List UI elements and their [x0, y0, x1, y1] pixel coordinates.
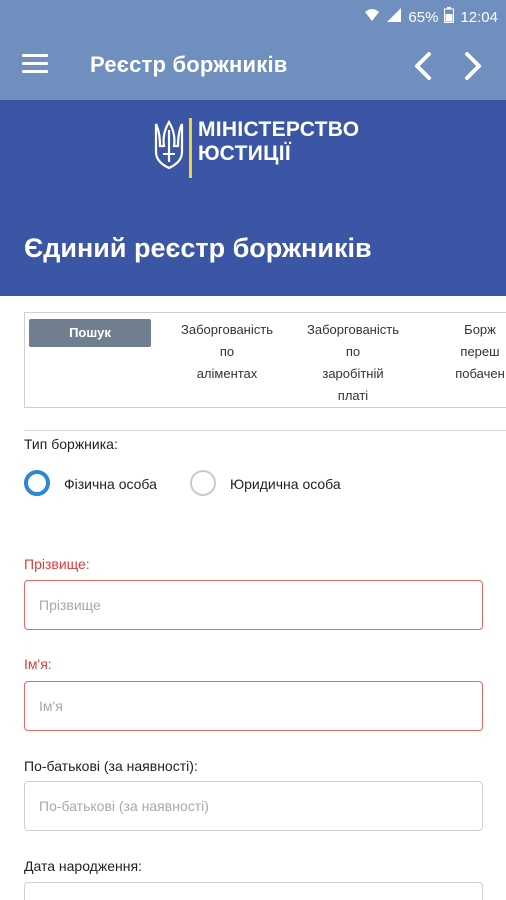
surname-input[interactable] — [25, 581, 482, 629]
radio-individual[interactable] — [24, 470, 50, 496]
flag-stripe — [189, 118, 192, 178]
tab-search[interactable]: Пошук — [29, 319, 151, 347]
trident-icon — [152, 118, 186, 177]
wifi-icon — [364, 7, 380, 27]
patronymic-label: По-батькові (за наявності): — [24, 758, 198, 774]
battery-icon — [444, 7, 455, 27]
toolbar-title: Реєстр боржників — [90, 52, 288, 77]
tab-salary-debt[interactable]: Заборгованість по заробітній платі — [291, 319, 415, 407]
menu-icon[interactable] — [22, 54, 48, 76]
tabs-section: Пошук Заборгованість по аліментах Заборг… — [0, 296, 506, 432]
logo-line-2: ЮСТИЦІЇ — [198, 142, 292, 165]
page-title: Єдиний реєстр боржників — [24, 233, 372, 263]
surname-field[interactable] — [24, 580, 483, 630]
name-label: Ім'я: — [24, 656, 52, 672]
tab-alimony-debt[interactable]: Заборгованість по аліментах — [165, 319, 289, 385]
tab-bar: Пошук Заборгованість по аліментах Заборг… — [24, 312, 506, 408]
radio-individual-label[interactable]: Фізична особа — [64, 476, 157, 492]
chevron-left-icon[interactable] — [405, 46, 441, 86]
name-field[interactable] — [24, 681, 483, 731]
tab-debtors-other[interactable]: Борж переш побачен — [435, 319, 506, 385]
surname-label: Прізвище: — [24, 556, 90, 572]
battery-percent: 65% — [408, 8, 439, 26]
name-input[interactable] — [25, 682, 482, 730]
app-toolbar: Реєстр боржників — [0, 32, 506, 100]
status-bar: 65% 12:04 — [0, 0, 506, 32]
patronymic-input[interactable] — [25, 782, 482, 830]
debtor-type-label: Тип боржника: — [24, 436, 118, 452]
divider — [24, 430, 506, 431]
birthdate-field[interactable] — [24, 882, 483, 900]
ministry-logo: МІНІСТЕРСТВО ЮСТИЦІЇ — [152, 114, 362, 184]
signal-icon — [386, 7, 402, 27]
radio-legal[interactable] — [190, 470, 216, 496]
logo-line-1: МІНІСТЕРСТВО — [198, 118, 360, 141]
ministry-header: МІНІСТЕРСТВО ЮСТИЦІЇ Єдиний реєстр боржн… — [0, 100, 506, 296]
radio-legal-label[interactable]: Юридична особа — [230, 476, 341, 492]
chevron-right-icon[interactable] — [455, 46, 491, 86]
clock: 12:04 — [460, 8, 498, 26]
birthdate-label: Дата народження: — [24, 858, 142, 874]
patronymic-field[interactable] — [24, 781, 483, 831]
